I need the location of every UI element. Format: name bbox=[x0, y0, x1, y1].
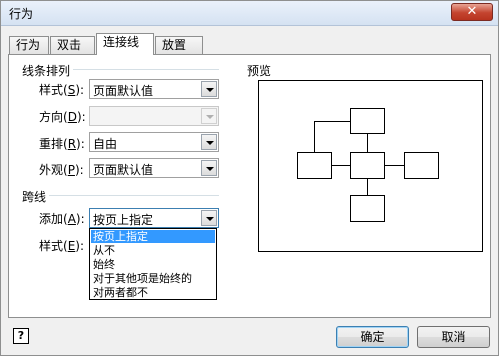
routing-divider bbox=[73, 69, 219, 70]
tab-placement[interactable]: 放置 bbox=[155, 36, 203, 54]
add-jumps-select[interactable]: 按页上指定 bbox=[89, 208, 219, 228]
dropdown-option[interactable]: 对两者都不 bbox=[91, 286, 215, 299]
dropdown-option[interactable]: 对于其他项是始终的 bbox=[91, 272, 215, 285]
chevron-down-icon[interactable] bbox=[201, 160, 217, 176]
direction-select[interactable] bbox=[89, 106, 219, 126]
reroute-select[interactable]: 自由 bbox=[89, 132, 219, 152]
preview-diagram bbox=[297, 108, 439, 222]
tab-double-click[interactable]: 双击 bbox=[50, 36, 95, 54]
reroute-select-value: 自由 bbox=[93, 137, 118, 151]
preview-title: 预览 bbox=[247, 64, 272, 78]
add-jumps-select-value: 按页上指定 bbox=[93, 213, 154, 227]
dropdown-option[interactable]: 始终 bbox=[91, 258, 215, 271]
appearance-select-value: 页面默认值 bbox=[93, 163, 154, 177]
help-icon: ? bbox=[17, 329, 25, 342]
preview-shape-center bbox=[350, 152, 385, 179]
close-button[interactable]: ✕ bbox=[451, 3, 493, 21]
jump-style-label: 样式(E): bbox=[39, 239, 85, 253]
chevron-down-icon bbox=[201, 108, 217, 124]
jumps-section-title: 跨线 bbox=[22, 190, 47, 204]
close-icon: ✕ bbox=[466, 4, 478, 19]
reroute-label: 重排(R): bbox=[39, 137, 85, 151]
chevron-down-icon[interactable] bbox=[201, 210, 217, 226]
preview-shape-left bbox=[297, 152, 332, 179]
style-select[interactable]: 页面默认值 bbox=[89, 79, 219, 99]
dropdown-option[interactable]: 按页上指定 bbox=[90, 229, 216, 244]
direction-label: 方向(D): bbox=[39, 110, 86, 124]
routing-section-title: 线条排列 bbox=[22, 64, 71, 78]
add-jumps-dropdown-list: 按页上指定 从不 始终 对于其他项是始终的 对两者都不 bbox=[89, 228, 217, 300]
window-title: 行为 bbox=[9, 7, 34, 21]
style-label: 样式(S): bbox=[39, 83, 85, 97]
jumps-divider bbox=[49, 195, 219, 196]
appearance-select[interactable]: 页面默认值 bbox=[89, 158, 219, 178]
style-select-value: 页面默认值 bbox=[93, 84, 154, 98]
preview-shape-top bbox=[350, 108, 385, 134]
preview-shape-right bbox=[404, 152, 439, 179]
dropdown-option[interactable]: 从不 bbox=[91, 244, 215, 257]
add-label: 添加(A): bbox=[39, 212, 85, 226]
tab-behavior[interactable]: 行为 bbox=[9, 36, 49, 54]
preview-pane bbox=[258, 80, 483, 252]
help-button[interactable]: ? bbox=[13, 328, 29, 344]
cancel-button[interactable]: 取消 bbox=[417, 326, 490, 348]
chevron-down-icon[interactable] bbox=[201, 81, 217, 97]
tab-connector[interactable]: 连接线 bbox=[96, 33, 154, 55]
preview-shape-bottom bbox=[350, 195, 385, 222]
behavior-dialog: 行为 ✕ 行为 双击 连接线 放置 线条排列 样式(S): 页面默认值 方向(D… bbox=[0, 0, 499, 356]
chevron-down-icon[interactable] bbox=[201, 134, 217, 150]
ok-button[interactable]: 确定 bbox=[336, 326, 409, 348]
appearance-label: 外观(P): bbox=[39, 163, 84, 177]
title-bar: 行为 ✕ bbox=[1, 1, 498, 26]
